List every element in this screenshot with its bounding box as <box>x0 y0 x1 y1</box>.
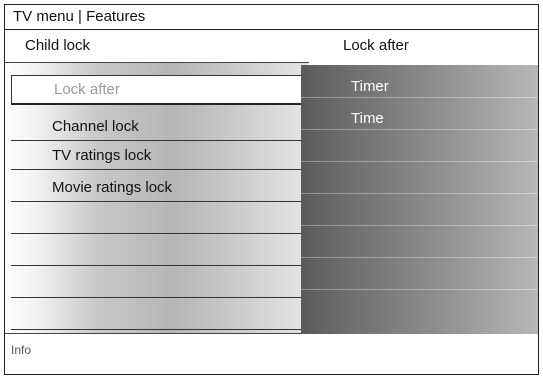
menu-item-tv-ratings-lock[interactable]: TV ratings lock <box>11 142 301 170</box>
menu-item-empty <box>11 270 301 298</box>
info-label: Info <box>11 343 32 357</box>
divider <box>301 193 538 194</box>
right-menu-panel: Timer Time <box>301 65 538 334</box>
divider <box>301 97 538 98</box>
menu-item-empty <box>11 302 301 330</box>
divider <box>301 225 538 226</box>
menu-item-empty <box>11 206 301 234</box>
menu-item-lock-after[interactable]: Lock after <box>11 75 304 105</box>
divider <box>301 129 538 130</box>
right-menu-header: Lock after <box>343 37 409 54</box>
menu-item-movie-ratings-lock[interactable]: Movie ratings lock <box>11 174 301 202</box>
divider <box>301 289 538 290</box>
menu-item-empty <box>11 238 301 266</box>
menu-item-channel-lock[interactable]: Channel lock <box>11 113 301 141</box>
right-item-time[interactable]: Time <box>351 105 384 133</box>
right-item-timer[interactable]: Timer <box>351 73 389 101</box>
divider <box>301 161 538 162</box>
left-menu-panel: Lock after Channel lock TV ratings lock … <box>5 62 309 334</box>
divider <box>301 257 538 258</box>
tv-menu-window: TV menu | Features Child lock Lock after… <box>4 4 539 375</box>
left-menu-header[interactable]: Child lock <box>25 31 90 61</box>
window-title: TV menu | Features <box>5 5 538 30</box>
